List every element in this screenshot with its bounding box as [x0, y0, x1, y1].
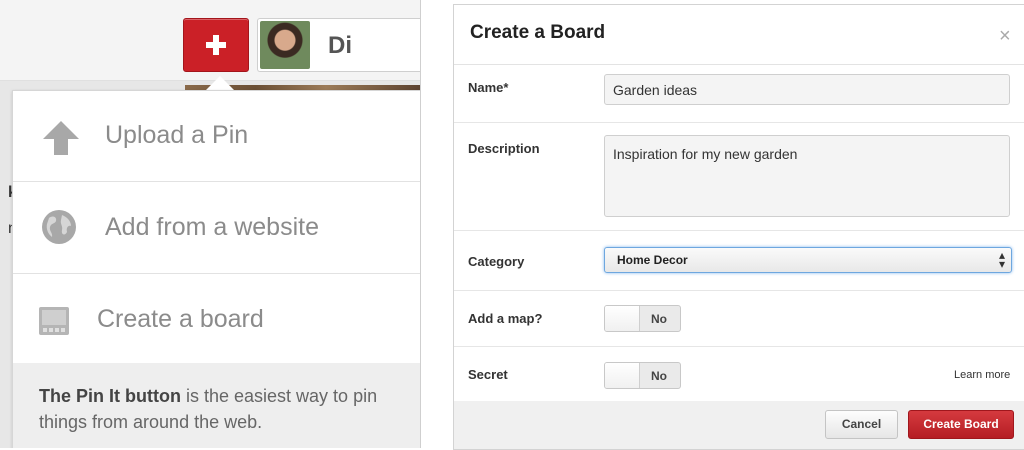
- pin-it-button-promo[interactable]: The Pin It button is the easiest way to …: [13, 363, 420, 448]
- description-textarea[interactable]: Inspiration for my new garden: [604, 135, 1010, 217]
- secret-toggle[interactable]: No: [604, 362, 681, 389]
- avatar: [260, 21, 310, 69]
- name-row: Name* Garden ideas: [454, 65, 1024, 123]
- category-row: Category Home Decor ▴ ▾: [454, 231, 1024, 291]
- add-map-label: Add a map?: [468, 311, 543, 326]
- menu-item-label: Add from a website: [105, 213, 319, 241]
- menu-item-label: Upload a Pin: [105, 121, 249, 149]
- toggle-state: No: [651, 369, 667, 383]
- description-row: Description Inspiration for my new garde…: [454, 123, 1024, 231]
- menu-item-add-from-website[interactable]: Add from a website: [13, 183, 420, 274]
- close-icon[interactable]: ×: [999, 25, 1011, 48]
- upload-arrow-icon: [43, 121, 79, 155]
- create-board-button[interactable]: Create Board: [908, 410, 1014, 439]
- add-pin-button[interactable]: [183, 18, 249, 72]
- dialog-footer: Cancel Create Board: [454, 401, 1024, 449]
- toggle-knob: [605, 306, 640, 331]
- toggle-knob: [605, 363, 640, 388]
- add-map-row: Add a map? No: [454, 291, 1024, 347]
- learn-more-link[interactable]: Learn more: [954, 369, 1010, 381]
- add-dropdown-menu: Upload a Pin Add from a website Create a…: [12, 90, 420, 448]
- name-field[interactable]: Garden ideas: [604, 74, 1010, 105]
- dialog-header: Create a Board ×: [454, 5, 1024, 65]
- secret-label: Secret: [468, 367, 508, 382]
- category-selected-value: Home Decor: [617, 253, 688, 267]
- top-navigation-bar: Di: [0, 0, 420, 81]
- user-profile-button[interactable]: Di: [257, 18, 420, 72]
- name-label: Name*: [468, 80, 509, 95]
- globe-icon: [42, 210, 76, 244]
- menu-item-label: Create a board: [97, 305, 264, 333]
- secret-row: Secret No Learn more: [454, 347, 1024, 401]
- user-name: Di: [328, 32, 352, 59]
- promo-bold: The Pin It button: [39, 386, 181, 406]
- cancel-button[interactable]: Cancel: [825, 410, 898, 439]
- create-board-dialog: Create a Board × Name* Garden ideas Desc…: [453, 4, 1024, 450]
- board-icon: [39, 307, 69, 335]
- pinterest-add-menu-panel: k n Di Upload a Pin Add from a website: [0, 0, 421, 448]
- category-select[interactable]: Home Decor ▴ ▾: [604, 247, 1012, 273]
- toggle-state: No: [651, 312, 667, 326]
- menu-caret: [206, 76, 234, 90]
- menu-item-upload-pin[interactable]: Upload a Pin: [13, 91, 420, 182]
- dialog-title: Create a Board: [470, 22, 606, 43]
- select-arrows-icon: ▴ ▾: [998, 248, 1005, 271]
- menu-item-create-board[interactable]: Create a board: [13, 275, 420, 366]
- description-label: Description: [468, 141, 540, 156]
- add-map-toggle[interactable]: No: [604, 305, 681, 332]
- category-label: Category: [468, 254, 525, 269]
